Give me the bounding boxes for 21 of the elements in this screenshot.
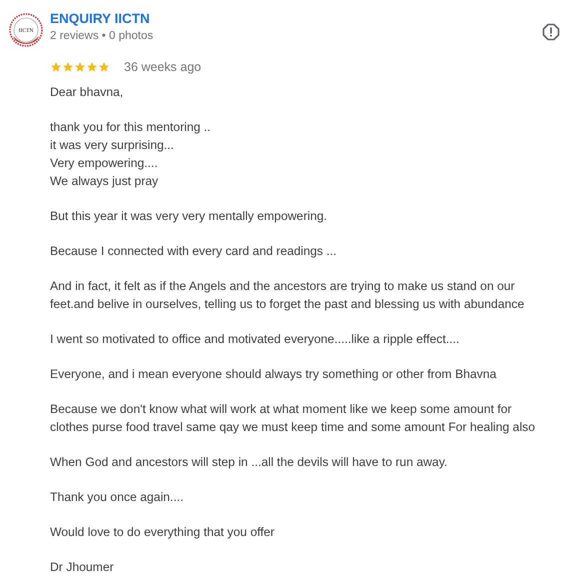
review-text: And in fact, it felt as if the Angels and the ancestors are trying to make us stand on our — [50, 278, 516, 295]
review-text: Because I connected with every card and readings ... — [50, 243, 338, 260]
review-text: Because we don't know what will work at what moment like we keep some amount for — [50, 401, 513, 418]
review-text: feet.and belive in ourselves, telling us to forget the past and blessing us with abundance — [50, 296, 526, 313]
review-text: thank you for this mentoring .. — [50, 119, 212, 136]
review-text: Dear bhavna, — [50, 84, 124, 101]
review-text: But this year it was very very mentally empowering. — [50, 208, 328, 225]
review-count: 2 reviews • 0 photos — [50, 29, 154, 44]
review-text: We always just pray — [50, 173, 160, 190]
review-text: Would love to do everything that you offer — [50, 524, 276, 541]
review-text: clothes purse food travel same qay we must keep time and some amount For healing also — [50, 419, 536, 436]
review-text: Everyone, and i mean everyone should always try something or other from Bhavna — [50, 366, 498, 383]
review-date: 36 weeks ago — [124, 60, 202, 74]
review-text: When God and ancestors will step in ...all the devils will have to run away. — [50, 454, 448, 471]
review-text: Very empowering.... — [50, 155, 159, 172]
review-text: Dr Jhoumer — [50, 559, 115, 576]
author-link[interactable]: ENQUIRY IICTN — [50, 10, 542, 28]
report-icon[interactable] — [542, 23, 560, 41]
review-text: it was very surprising... — [50, 137, 175, 154]
review-text: Thank you once again.... — [50, 489, 184, 506]
review-text: I went so motivated to office and motivated everyone.....like a ripple effect.... — [50, 331, 460, 348]
